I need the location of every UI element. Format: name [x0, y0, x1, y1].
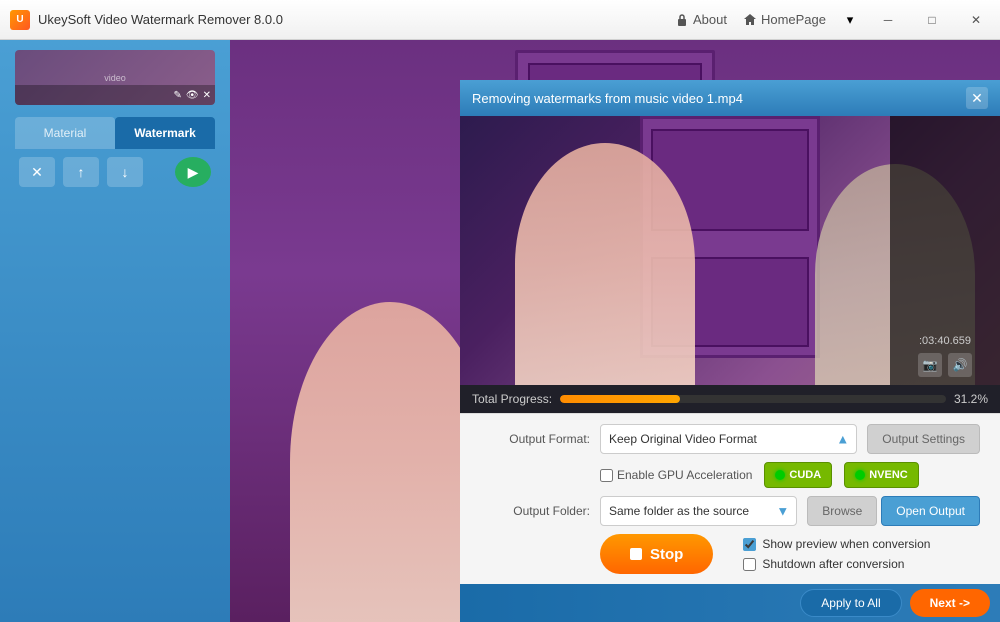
dialog-titlebar: Removing watermarks from music video 1.m…	[460, 80, 1000, 116]
close-button[interactable]: ✕	[962, 6, 990, 34]
nvenc-dot	[855, 470, 865, 480]
close-file-icon[interactable]: ✕	[203, 90, 211, 101]
lock-icon	[675, 13, 689, 27]
homepage-link[interactable]: HomePage	[743, 12, 826, 27]
sidebar: video ✎ 👁 ✕ Material Watermark ✕ ↑	[0, 40, 230, 622]
move-down-button[interactable]: ↓	[107, 157, 143, 187]
show-preview-label: Show preview when conversion	[762, 537, 930, 551]
app-icon: U	[10, 10, 30, 30]
dialog-window: Removing watermarks from music video 1.m…	[460, 80, 1000, 622]
sidebar-file-overlay: ✎ 👁 ✕	[15, 85, 215, 105]
dialog-video: :03:40.659 📷 🔊	[460, 116, 1000, 385]
output-folder-label: Output Folder:	[480, 504, 590, 518]
figure-left-dialog	[515, 143, 695, 385]
sidebar-tabs: Material Watermark	[15, 117, 215, 149]
stop-button[interactable]: Stop	[600, 534, 713, 574]
dialog-title: Removing watermarks from music video 1.m…	[472, 91, 743, 106]
bottom-controls: Output Format: Keep Original Video Forma…	[460, 413, 1000, 584]
action-row: Stop Show preview when conversion Shutdo…	[480, 534, 980, 574]
apply-all-button[interactable]: Apply to All	[800, 589, 901, 617]
maximize-button[interactable]: □	[918, 6, 946, 34]
folder-buttons: Browse Open Output	[807, 496, 980, 526]
dropdown-arrow[interactable]: ▾	[842, 12, 858, 28]
sidebar-file-item[interactable]: video ✎ 👁 ✕	[15, 50, 215, 105]
play-button[interactable]: ▶	[175, 157, 211, 187]
app-title: UkeySoft Video Watermark Remover 8.0.0	[38, 12, 283, 27]
show-preview-checkbox[interactable]	[743, 538, 756, 551]
browse-button[interactable]: Browse	[807, 496, 877, 526]
output-settings-button[interactable]: Output Settings	[867, 424, 980, 454]
shutdown-checkbox-label[interactable]: Shutdown after conversion	[743, 557, 930, 571]
home-icon	[743, 13, 757, 27]
output-folder-select[interactable]: Same folder as the source	[600, 496, 797, 526]
volume-icon[interactable]: 🔊	[948, 353, 972, 377]
show-preview-checkbox-label[interactable]: Show preview when conversion	[743, 537, 930, 551]
shutdown-label: Shutdown after conversion	[762, 557, 904, 571]
homepage-label: HomePage	[761, 12, 826, 27]
progress-label: Total Progress:	[472, 392, 552, 406]
dialog-progress-bar: Total Progress: 31.2%	[460, 385, 1000, 413]
title-bar-right: About HomePage ▾ ─ □ ✕	[675, 6, 990, 34]
camera-icon[interactable]: 📷	[918, 353, 942, 377]
cuda-badge[interactable]: CUDA	[764, 462, 832, 488]
title-bar: U UkeySoft Video Watermark Remover 8.0.0…	[0, 0, 1000, 40]
shutdown-checkbox[interactable]	[743, 558, 756, 571]
title-bar-left: U UkeySoft Video Watermark Remover 8.0.0	[10, 10, 675, 30]
media-controls: 📷 🔊	[918, 353, 972, 377]
sidebar-actions: ✕ ↑ ↓ ▶	[15, 157, 215, 187]
delete-button[interactable]: ✕	[19, 157, 55, 187]
open-output-button[interactable]: Open Output	[881, 496, 980, 526]
progress-fill	[560, 395, 680, 403]
tab-material[interactable]: Material	[15, 117, 115, 149]
right-side-panel: :03:40.659 📷 🔊	[890, 116, 1000, 385]
right-area: Removing watermarks from music video 1.m…	[230, 40, 1000, 622]
move-up-button[interactable]: ↑	[63, 157, 99, 187]
main-content: video ✎ 👁 ✕ Material Watermark ✕ ↑	[0, 40, 1000, 622]
gpu-row: Enable GPU Acceleration CUDA NVENC	[480, 462, 980, 488]
cuda-dot	[775, 470, 785, 480]
bottom-footer: Apply to All Next ->	[460, 584, 1000, 622]
output-format-row: Output Format: Keep Original Video Forma…	[480, 424, 980, 454]
stop-square-icon	[630, 548, 642, 560]
gpu-checkbox[interactable]	[600, 469, 613, 482]
output-format-select-wrapper: Keep Original Video Format ▲	[600, 424, 857, 454]
about-label: About	[693, 12, 727, 27]
thumbnail-text: video	[104, 73, 126, 83]
edit-icon[interactable]: ✎	[174, 90, 182, 101]
output-format-select[interactable]: Keep Original Video Format	[600, 424, 857, 454]
right-options: Show preview when conversion Shutdown af…	[743, 537, 930, 571]
about-link[interactable]: About	[675, 12, 727, 27]
time-display: :03:40.659	[919, 335, 971, 347]
output-folder-row: Output Folder: Same folder as the source…	[480, 496, 980, 526]
output-folder-select-wrapper: Same folder as the source ▼	[600, 496, 797, 526]
dialog-close-button[interactable]: ✕	[966, 87, 988, 109]
gpu-checkbox-label[interactable]: Enable GPU Acceleration	[600, 468, 752, 482]
eye-icon[interactable]: 👁	[186, 90, 199, 101]
output-format-label: Output Format:	[480, 432, 590, 446]
next-button[interactable]: Next ->	[910, 589, 990, 617]
progress-track	[560, 395, 946, 403]
minimize-button[interactable]: ─	[874, 6, 902, 34]
tab-watermark[interactable]: Watermark	[115, 117, 215, 149]
nvenc-badge[interactable]: NVENC	[844, 462, 919, 488]
progress-percent: 31.2%	[954, 392, 988, 406]
